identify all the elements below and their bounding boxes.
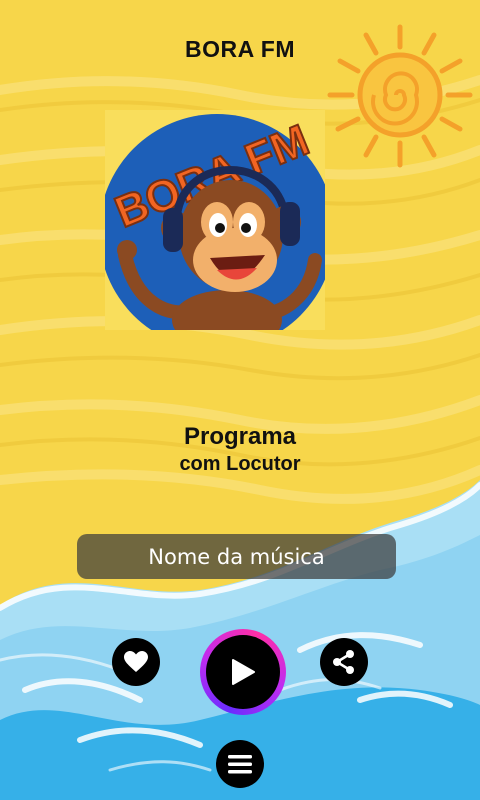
song-name: Nome da música xyxy=(148,544,325,569)
program-info: Programa com Locutor xyxy=(0,423,480,477)
app-title: BORA FM xyxy=(185,36,295,62)
program-host: com Locutor xyxy=(179,453,301,475)
song-bar: Nome da música xyxy=(77,534,396,579)
heart-icon xyxy=(124,651,148,672)
share-icon xyxy=(333,650,354,674)
station-logo: BORA FM xyxy=(105,110,325,330)
share-button[interactable] xyxy=(320,638,368,686)
menu-button[interactable] xyxy=(216,740,264,788)
like-button[interactable] xyxy=(112,638,160,686)
play-button[interactable] xyxy=(206,635,280,709)
program-title: Programa xyxy=(183,423,297,450)
hamburger-menu-icon xyxy=(228,755,252,774)
play-button-ring[interactable] xyxy=(200,629,286,715)
play-icon xyxy=(232,659,255,685)
